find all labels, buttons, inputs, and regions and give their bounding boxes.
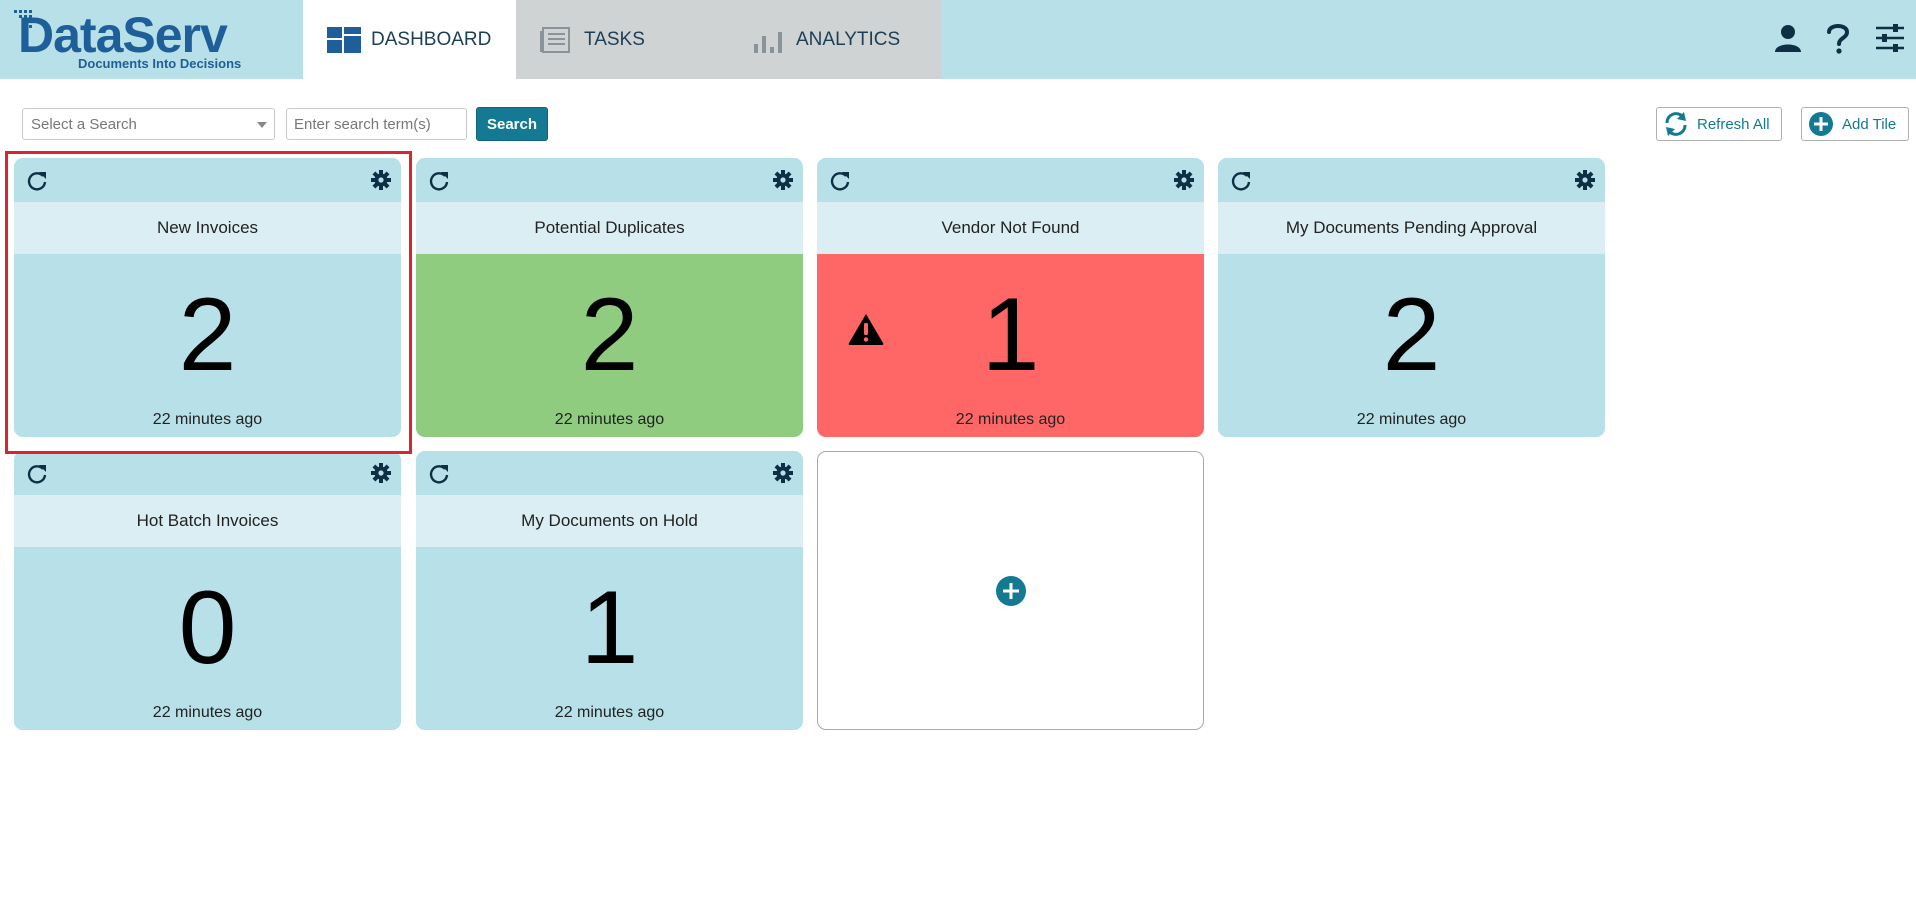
search-input[interactable] — [286, 108, 467, 140]
tab-tasks[interactable]: TASKS — [516, 0, 716, 79]
tile-count: 2 — [580, 277, 639, 393]
refresh-icon[interactable] — [829, 170, 851, 192]
tile-count: 2 — [1382, 277, 1441, 393]
tile-body: 0 22 minutes ago — [14, 547, 401, 730]
tile-hot-batch-invoices[interactable]: Hot Batch Invoices 0 22 minutes ago — [14, 451, 401, 730]
gear-icon[interactable] — [1174, 170, 1194, 190]
tile-toolbar — [14, 451, 401, 495]
tile-toolbar — [817, 158, 1204, 202]
tile-my-documents-pending-approval[interactable]: My Documents Pending Approval 2 22 minut… — [1218, 158, 1605, 437]
tile-title: My Documents Pending Approval — [1218, 202, 1605, 254]
refresh-icon[interactable] — [26, 463, 48, 485]
refresh-all-label: Refresh All — [1697, 115, 1770, 133]
tile-body: 2 22 minutes ago — [416, 254, 803, 437]
tab-analytics[interactable]: ANALYTICS — [716, 0, 941, 79]
add-tile-button[interactable]: Add Tile — [1801, 107, 1909, 141]
logo-tagline: Documents Into Decisions — [78, 56, 242, 71]
add-tile-label: Add Tile — [1842, 115, 1897, 133]
tile-updated: 22 minutes ago — [955, 411, 1066, 428]
search-button[interactable]: Search — [476, 107, 548, 141]
logo-text: DataServ — [18, 7, 228, 63]
tab-analytics-label: ANALYTICS — [796, 28, 901, 50]
dataserv-logo[interactable]: DataServ Documents Into Decisions — [14, 8, 254, 74]
tile-count: 0 — [178, 570, 237, 686]
tab-dashboard[interactable]: DASHBOARD — [303, 0, 516, 79]
tile-my-documents-on-hold[interactable]: My Documents on Hold 1 22 minutes ago — [416, 451, 803, 730]
tab-tasks-label: TASKS — [584, 28, 645, 50]
tile-title: Hot Batch Invoices — [14, 495, 401, 547]
refresh-icon[interactable] — [1230, 170, 1252, 192]
tile-body: 1 22 minutes ago — [416, 547, 803, 730]
tile-updated: 22 minutes ago — [152, 704, 263, 721]
saved-search-select[interactable]: Select a Search — [22, 108, 275, 140]
tile-updated: 22 minutes ago — [554, 411, 665, 428]
tile-toolbar — [416, 158, 803, 202]
tile-potential-duplicates[interactable]: Potential Duplicates 2 22 minutes ago — [416, 158, 803, 437]
selected-tile-highlight — [5, 151, 412, 454]
tab-dashboard-label: DASHBOARD — [371, 28, 492, 50]
refresh-icon[interactable] — [428, 170, 450, 192]
help-icon[interactable] — [1820, 20, 1856, 56]
gear-icon[interactable] — [773, 170, 793, 190]
tile-body: 2 22 minutes ago — [1218, 254, 1605, 437]
chevron-down-icon — [257, 122, 267, 128]
saved-search-select-value: Select a Search — [31, 116, 137, 133]
gear-icon[interactable] — [371, 463, 391, 483]
refresh-all-button[interactable]: Refresh All — [1656, 107, 1782, 141]
tile-body: 1 22 minutes ago — [817, 254, 1204, 437]
add-tile-placeholder[interactable] — [817, 451, 1204, 730]
refresh-all-icon — [1663, 111, 1689, 137]
user-icon[interactable] — [1770, 20, 1806, 56]
top-header: DataServ Documents Into Decisions DASHBO… — [0, 0, 1916, 79]
tile-toolbar — [1218, 158, 1605, 202]
dashboard-icon — [327, 26, 361, 53]
settings-sliders-icon[interactable] — [1872, 20, 1908, 56]
tile-updated: 22 minutes ago — [554, 704, 665, 721]
analytics-icon — [754, 31, 782, 53]
refresh-icon[interactable] — [428, 463, 450, 485]
plus-circle-icon — [1808, 111, 1834, 137]
tile-count: 1 — [981, 277, 1040, 393]
tile-title: Vendor Not Found — [817, 202, 1204, 254]
tasks-icon — [540, 26, 570, 53]
plus-circle-icon[interactable] — [996, 576, 1026, 606]
tile-count: 1 — [580, 570, 639, 686]
tile-title: Potential Duplicates — [416, 202, 803, 254]
tile-title: My Documents on Hold — [416, 495, 803, 547]
tile-toolbar — [416, 451, 803, 495]
gear-icon[interactable] — [773, 463, 793, 483]
gear-icon[interactable] — [1575, 170, 1595, 190]
tile-updated: 22 minutes ago — [1356, 411, 1467, 428]
tile-vendor-not-found[interactable]: Vendor Not Found 1 22 minutes ago — [817, 158, 1204, 437]
